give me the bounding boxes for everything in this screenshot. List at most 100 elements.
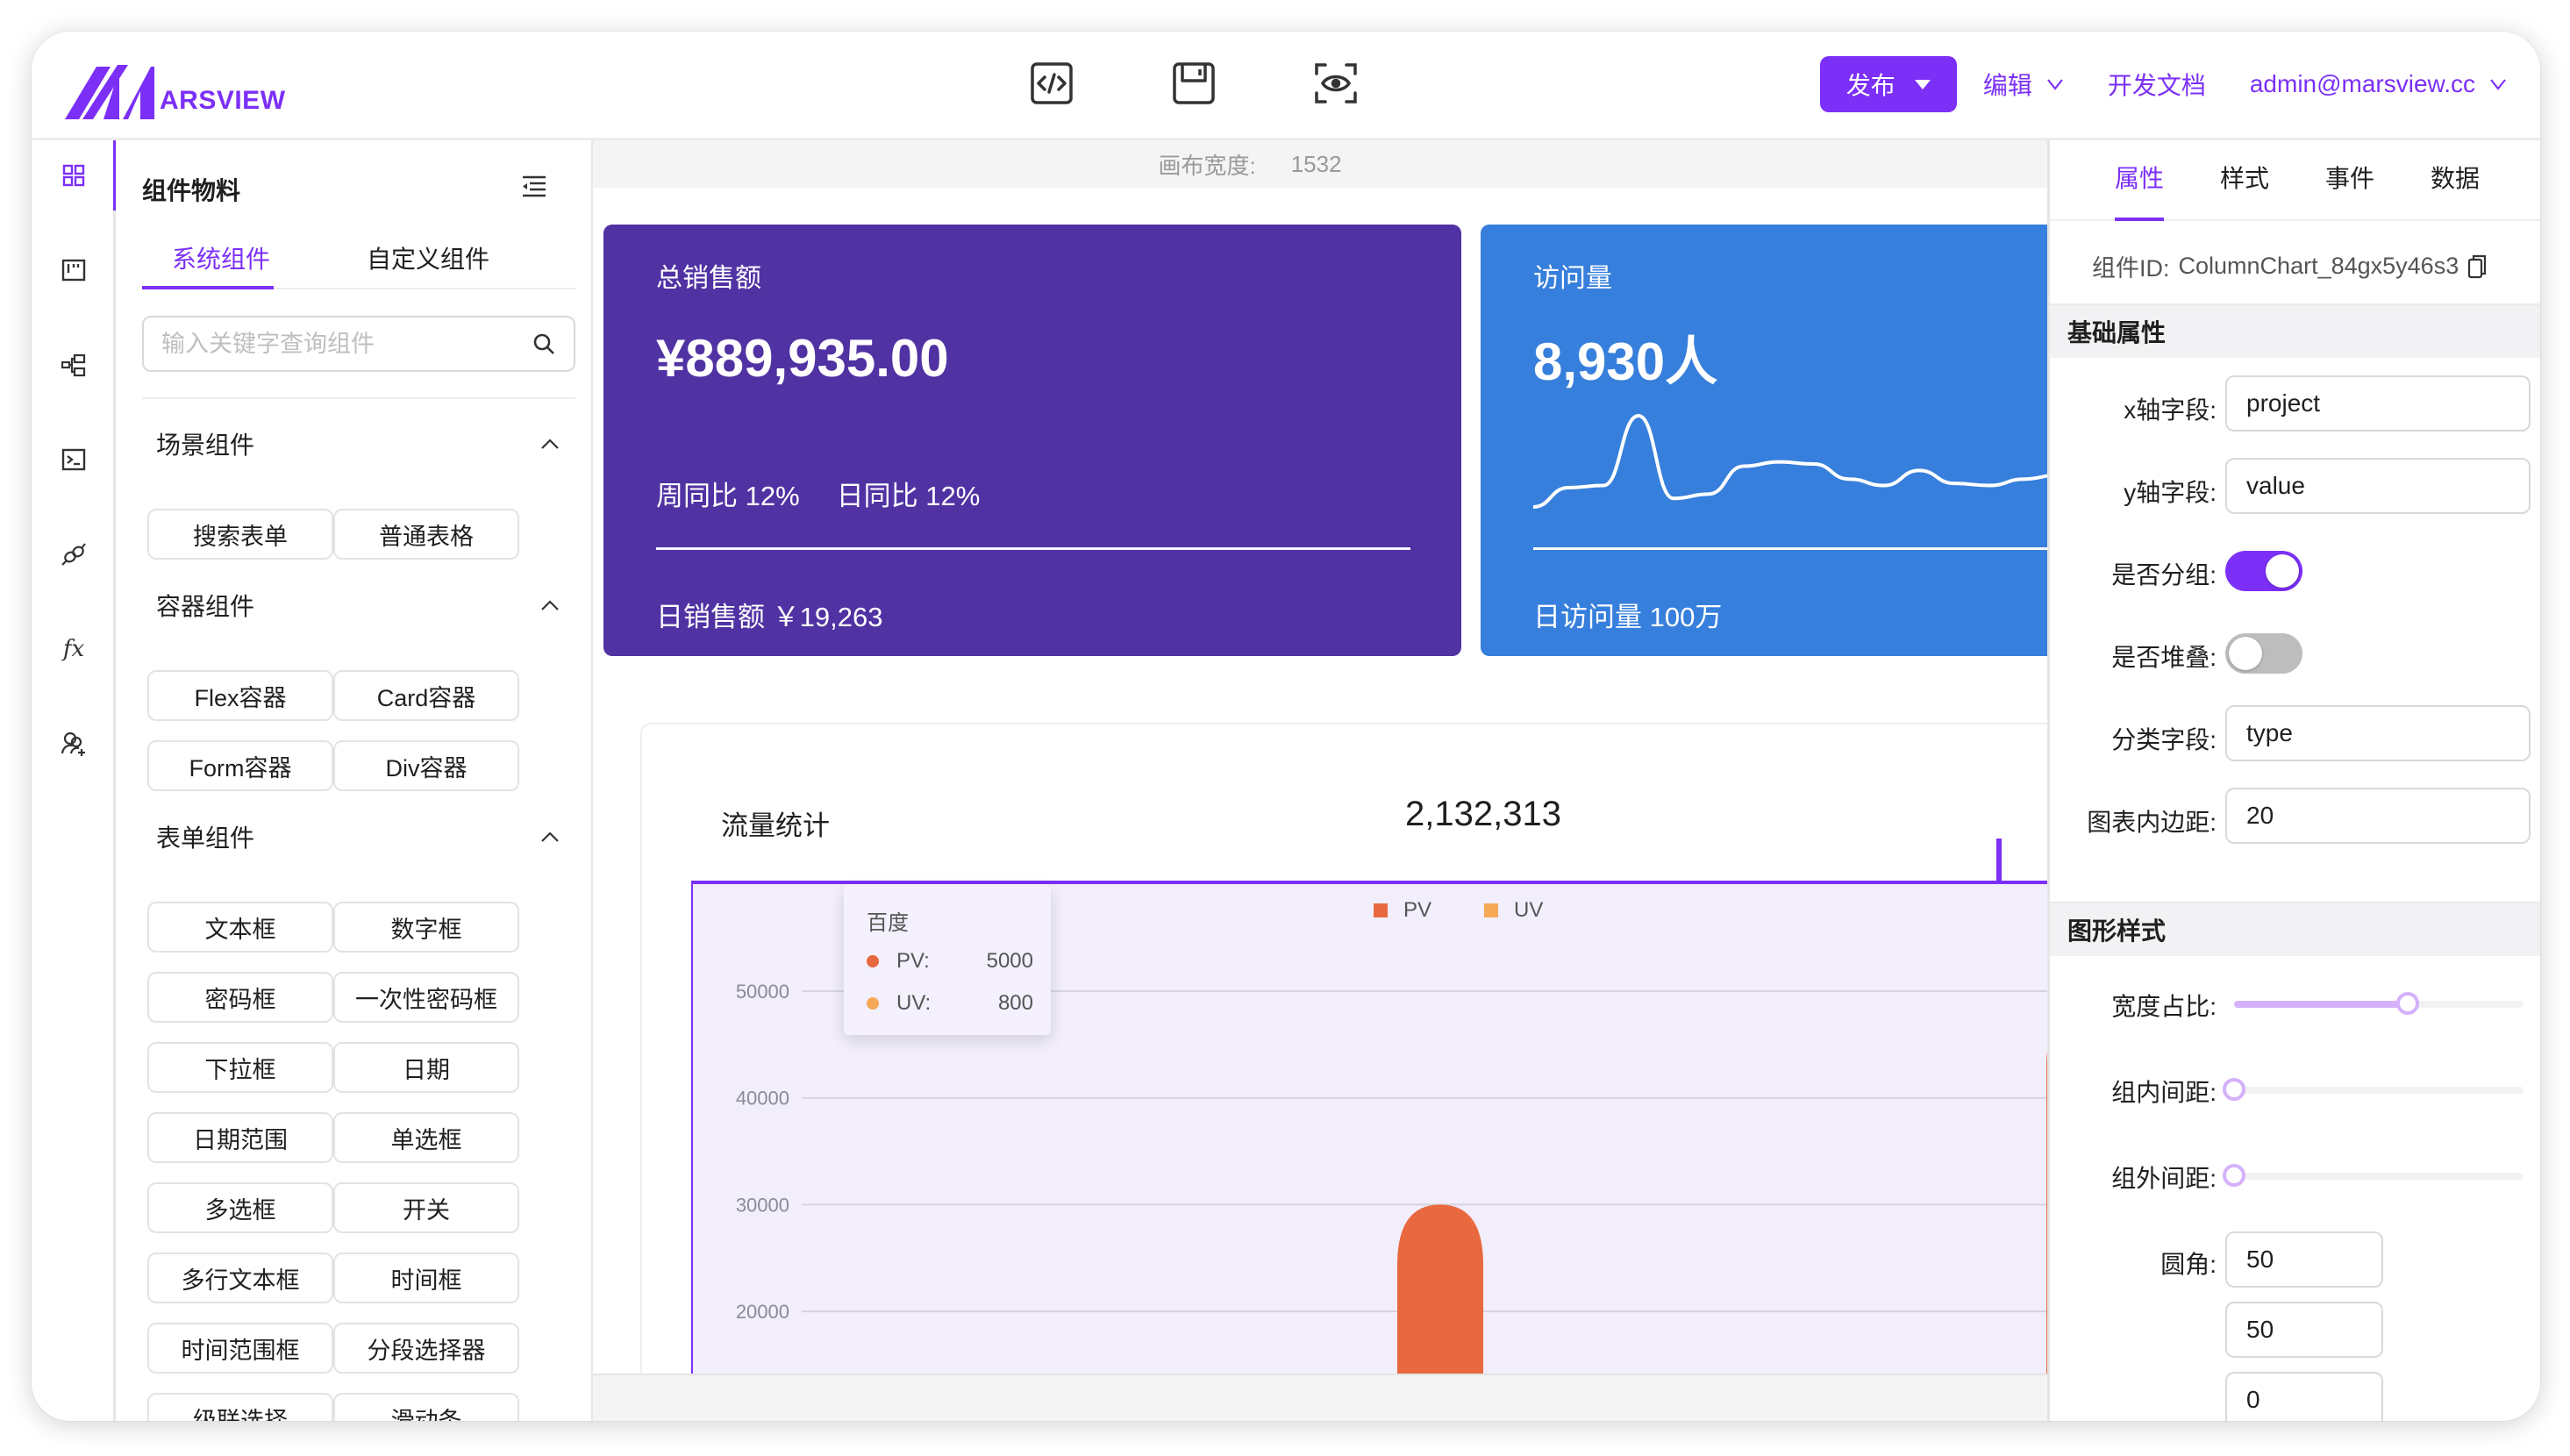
slider-handle[interactable] — [2223, 1078, 2245, 1101]
header-actions: 发布 编辑 开发文档 admin@marsview.cc — [1819, 56, 2507, 112]
component-item[interactable]: 开关 — [333, 1182, 519, 1233]
chart-legend: PV UV — [1374, 898, 1543, 923]
divider — [656, 547, 1410, 550]
group-header-scene[interactable]: 场景组件 — [156, 426, 560, 461]
save-icon[interactable] — [1172, 61, 1216, 105]
tooltip-row-pv: PV: 5000 — [867, 949, 1033, 974]
search-icon[interactable] — [532, 332, 556, 356]
width-ratio-label: 宽度占比: — [2111, 993, 2217, 1020]
radius-input-2[interactable] — [2225, 1302, 2383, 1358]
component-item[interactable]: 单选框 — [333, 1112, 519, 1163]
sales-card[interactable]: 总销售额 ¥889,935.00 周同比 12% 日同比 12% 日销售额 ￥1… — [603, 225, 1461, 656]
rail-item-console[interactable] — [32, 433, 116, 486]
api-plugin-icon — [61, 543, 86, 566]
tree-icon — [61, 353, 86, 377]
user-email: admin@marsview.cc — [2249, 70, 2475, 97]
tooltip-dot — [867, 997, 879, 1010]
design-canvas: 画布宽度: 1532 总销售额 ¥889,935.00 周同比 12% 日同比 … — [593, 140, 2047, 1421]
component-item[interactable]: Div容器 — [333, 740, 519, 791]
collapse-panel-icon[interactable] — [519, 172, 549, 202]
component-item[interactable]: 下拉框 — [147, 1042, 333, 1093]
x-field-input[interactable] — [2225, 375, 2531, 432]
tab-events[interactable]: 事件 — [2325, 160, 2374, 195]
inner-gap-label: 组内间距: — [2111, 1079, 2217, 1106]
components-panel: 组件物料 系统组件 自定义组件 场景组件 搜索表单普通表格 容器组件 Flex容… — [116, 140, 593, 1421]
component-item[interactable]: 级联选择 — [147, 1393, 333, 1421]
component-item[interactable]: 多行文本框 — [147, 1253, 333, 1303]
component-item[interactable]: 时间框 — [333, 1253, 519, 1303]
user-menu[interactable]: admin@marsview.cc — [2250, 70, 2507, 98]
category-field-input[interactable] — [2225, 705, 2531, 761]
slider-rail — [2234, 1087, 2524, 1094]
slider-handle[interactable] — [2396, 992, 2419, 1015]
sales-title: 总销售额 — [656, 264, 761, 293]
component-item[interactable]: Flex容器 — [147, 670, 333, 721]
visits-card[interactable]: 访问量 8,930人 日访问量 100万 — [1481, 225, 2047, 656]
component-item[interactable]: 滑动条 — [333, 1393, 519, 1421]
slider-handle[interactable] — [2223, 1164, 2245, 1187]
day-ratio: 日同比 12% — [836, 481, 981, 511]
component-item[interactable]: 分段选择器 — [333, 1323, 519, 1374]
component-item[interactable]: 数字框 — [333, 902, 519, 953]
rail-item-tree[interactable] — [32, 339, 116, 391]
legend-item-pv[interactable]: PV — [1374, 898, 1431, 923]
tab-system-components[interactable]: 系统组件 — [172, 240, 270, 275]
selection-handle[interactable] — [1996, 839, 2002, 882]
component-item[interactable]: 密码框 — [147, 972, 333, 1023]
divider — [142, 397, 575, 399]
tab-data[interactable]: 数据 — [2431, 160, 2480, 195]
logo-text: ARSVIEW — [160, 86, 286, 115]
radius-input-3[interactable] — [2225, 1372, 2383, 1421]
component-item[interactable]: 普通表格 — [333, 509, 519, 560]
stack-toggle[interactable] — [2225, 633, 2302, 674]
code-icon[interactable] — [1030, 61, 1074, 105]
legend-item-uv[interactable]: UV — [1484, 898, 1543, 923]
copy-icon[interactable] — [2467, 254, 2487, 279]
group-header-container[interactable]: 容器组件 — [156, 588, 560, 623]
inner-gap-slider[interactable] — [2223, 1075, 2524, 1105]
tab-props[interactable]: 属性 — [2115, 160, 2164, 195]
component-item[interactable]: 日期 — [333, 1042, 519, 1093]
group-toggle[interactable] — [2225, 551, 2302, 591]
rail-item-outline[interactable] — [32, 244, 116, 296]
chart-tooltip: 百度 PV: 5000 UV: 800 — [844, 884, 1051, 1035]
preview-icon[interactable] — [1314, 61, 1358, 105]
properties-panel: 属性 样式 事件 数据 组件ID: ColumnChart_84gx5y46s3… — [2047, 140, 2540, 1421]
tooltip-title: 百度 — [867, 911, 909, 935]
rail-item-components[interactable] — [32, 149, 116, 202]
rail-item-functions[interactable]: fx — [32, 623, 116, 675]
x-field-label: x轴字段: — [2124, 396, 2217, 424]
component-search — [142, 316, 575, 372]
component-id-value: ColumnChart_84gx5y46s3 — [2178, 253, 2459, 279]
group-header-form[interactable]: 表单组件 — [156, 819, 560, 854]
canvas-width-label: 画布宽度: — [1158, 152, 1256, 179]
component-item[interactable]: 搜索表单 — [147, 509, 333, 560]
rail-item-api[interactable] — [32, 528, 116, 581]
canvas-horizontal-scrollbar[interactable] — [593, 1374, 2047, 1421]
edit-menu[interactable]: 编辑 — [1983, 67, 2064, 102]
component-item[interactable]: 一次性密码框 — [333, 972, 519, 1023]
docs-link[interactable]: 开发文档 — [2108, 67, 2206, 102]
component-item[interactable]: 文本框 — [147, 902, 333, 953]
outer-gap-slider[interactable] — [2223, 1161, 2524, 1191]
radius-input-1[interactable] — [2225, 1231, 2383, 1288]
y-field-input[interactable] — [2225, 458, 2531, 514]
component-item[interactable]: Form容器 — [147, 740, 333, 791]
group-title: 容器组件 — [156, 593, 255, 620]
component-item[interactable]: 多选框 — [147, 1182, 333, 1233]
padding-input[interactable] — [2225, 788, 2531, 844]
traffic-total: 2,132,313 — [1405, 795, 1561, 833]
chevron-up-icon — [541, 439, 559, 449]
publish-button[interactable]: 发布 — [1819, 56, 1957, 112]
width-ratio-slider[interactable] — [2234, 989, 2524, 1019]
component-item[interactable]: 日期范围 — [147, 1112, 333, 1163]
traffic-chart-card[interactable]: 流量统计 2,132,313 2000030000400005000030000… — [640, 723, 2047, 1421]
rail-item-members[interactable] — [32, 717, 116, 770]
search-input[interactable] — [161, 330, 532, 358]
tab-style[interactable]: 样式 — [2220, 160, 2269, 195]
column-chart[interactable]: 2000030000400005000030000 PV UV 百度 — [691, 881, 2047, 1421]
properties-tabs: 属性 样式 事件 数据 — [2050, 140, 2540, 221]
component-item[interactable]: Card容器 — [333, 670, 519, 721]
tab-custom-components[interactable]: 自定义组件 — [367, 240, 489, 275]
component-item[interactable]: 时间范围框 — [147, 1323, 333, 1374]
